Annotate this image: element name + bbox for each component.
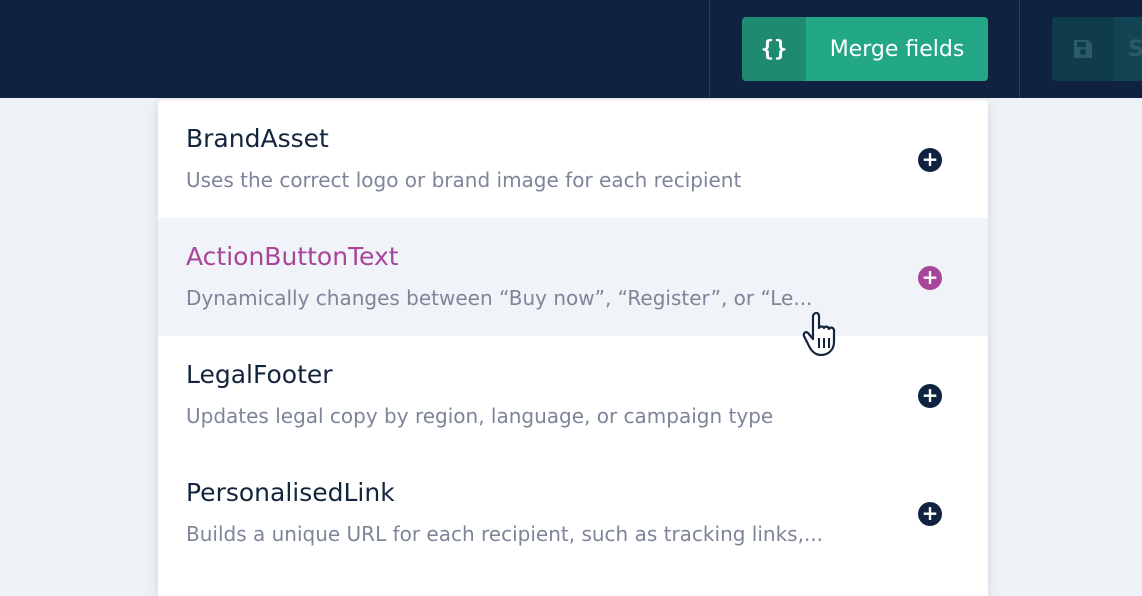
hand-pointer-cursor-icon [802,311,836,357]
save-icon [1052,17,1114,81]
save-button-label: S [1114,17,1142,81]
toolbar-divider [709,0,710,98]
merge-field-name: ActionButtonText [186,242,399,271]
add-circle-icon[interactable]: + [918,384,942,408]
add-circle-icon[interactable]: + [918,148,942,172]
add-circle-icon[interactable]: + [918,266,942,290]
merge-field-name: BrandAsset [186,124,329,153]
merge-field-item[interactable]: BrandAsset Uses the correct logo or bran… [158,100,988,218]
merge-fields-label: Merge fields [806,17,988,81]
merge-field-item[interactable]: ActionButtonText Dynamically changes bet… [158,218,988,336]
top-toolbar: {} Merge fields S [0,0,1142,98]
merge-fields-button[interactable]: {} Merge fields [742,17,988,81]
save-button[interactable]: S [1052,17,1142,81]
merge-field-item[interactable]: PersonalisedLink Builds a unique URL for… [158,454,988,572]
merge-field-name: PersonalisedLink [186,478,395,507]
merge-field-description: Updates legal copy by region, language, … [186,404,774,428]
curly-braces-icon: {} [742,17,806,81]
merge-field-description: Builds a unique URL for each recipient, … [186,522,824,546]
merge-field-item[interactable]: LegalFooter Updates legal copy by region… [158,336,988,454]
merge-fields-dropdown: BrandAsset Uses the correct logo or bran… [158,100,988,596]
curly-braces-glyph: {} [760,36,788,62]
toolbar-divider [1019,0,1020,98]
merge-field-name: LegalFooter [186,360,333,389]
merge-field-description: Dynamically changes between “Buy now”, “… [186,286,813,310]
merge-field-description: Uses the correct logo or brand image for… [186,168,742,192]
add-circle-icon[interactable]: + [918,502,942,526]
